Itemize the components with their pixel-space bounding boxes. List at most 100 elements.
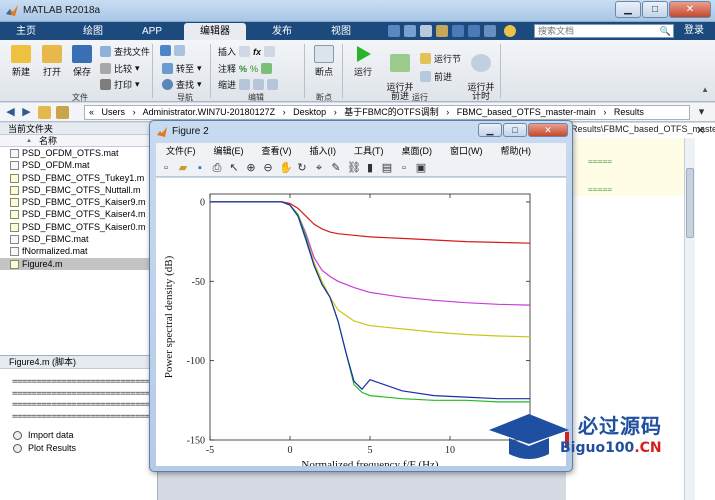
group-divider [342,44,343,98]
menu-file[interactable]: 文件(F) [166,143,196,159]
figure-close-button[interactable]: ✕ [528,123,568,137]
new-figure-icon[interactable]: ▫ [160,162,172,174]
file-item[interactable]: PSD_FBMC_OTFS_Nuttall.m [0,184,157,196]
data-cursor-icon[interactable]: ⌖ [313,162,325,174]
breadcrumb-results[interactable]: Results [614,107,644,117]
search-icon[interactable]: 🔍 [660,25,671,37]
quick-redo-icon[interactable] [468,25,480,37]
insert-button[interactable]: 插入 fx [218,45,276,58]
find-files-button[interactable]: 查找文件 [100,45,150,58]
help-icon[interactable] [504,25,516,37]
breadcrumb[interactable]: « Users › Administrator.WIN7U-20180127Z … [84,105,690,120]
new-button[interactable]: 新建 [6,45,36,78]
back-icon[interactable]: ◀ [4,106,17,119]
zoom-out-icon[interactable]: ⊖ [262,162,274,174]
outdent-icon [267,79,279,90]
zoom-in-icon[interactable]: ⊕ [245,162,257,174]
file-item[interactable]: PSD_FBMC_OTFS_Kaiser0.m [0,221,157,233]
up-folder-icon[interactable] [38,106,51,119]
pointer-icon[interactable]: ↖ [228,162,240,174]
dock-icon[interactable]: ▣ [415,162,427,174]
brush-icon[interactable]: ✎ [330,162,342,174]
breadcrumb-project[interactable]: 基于FBMC的OTFS调制 [344,107,439,117]
minimize-button[interactable]: ▁ [615,1,641,18]
advance-button[interactable]: 前进 [420,70,452,83]
tab-editor[interactable]: 编辑器 [184,23,246,40]
breakpoints-button[interactable]: 断点 [310,45,338,78]
legend-icon[interactable]: ▤ [381,162,393,174]
menu-view[interactable]: 查看(V) [262,143,292,159]
group-divider [152,44,153,98]
editor-tab-path[interactable]: Results\FBMC_based_OTFS_master-... [571,124,715,135]
goto-button[interactable]: 转至 ▾ [162,62,202,75]
back-forward-buttons[interactable] [160,45,185,56]
x-axis-label: Normalized frequency f/F (Hz) [301,459,438,466]
menu-edit[interactable]: 编辑(E) [214,143,244,159]
find-button[interactable]: 查找 ▾ [162,78,202,91]
file-item[interactable]: PSD_FBMC_OTFS_Kaiser4.m [0,208,157,220]
figure-maximize-button[interactable]: □ [503,123,527,137]
quick-copy-icon[interactable] [420,25,432,37]
collapse-ribbon-icon[interactable]: ▲ [701,85,709,94]
figure-minimize-button[interactable]: ▁ [478,123,502,137]
login-button[interactable]: 登录 [684,23,704,39]
indent-button[interactable]: 缩进 [218,78,279,91]
breadcrumb-administrator[interactable]: Administrator.WIN7U-20180127Z [143,107,276,117]
run-button[interactable]: 运行 [350,45,376,78]
save-button[interactable]: 保存 [68,45,96,78]
quick-save-icon[interactable] [388,25,400,37]
tab-view[interactable]: 视图 [313,23,369,40]
tab-apps[interactable]: APP [130,23,174,40]
dropdown-arrow-icon[interactable]: ▾ [695,106,708,119]
search-docs-input[interactable]: 搜索文档 🔍 [534,24,674,38]
link-icon[interactable]: ⛓ [347,162,361,174]
hide-tools-icon[interactable]: ▫ [398,162,410,174]
file-item-selected[interactable]: Figure4.m [0,257,157,270]
section-import-data[interactable]: Import data [0,429,157,442]
print-icon[interactable]: ⎙ [211,162,223,174]
quick-cut-icon[interactable] [404,25,416,37]
scrollbar-thumb[interactable] [686,168,694,238]
folder-icon [42,45,62,63]
fx-icon[interactable]: fx [253,47,261,57]
section-plot-results[interactable]: Plot Results [0,442,157,455]
file-item[interactable]: PSD_OFDM_OTFS.mat [0,147,157,159]
tab-plots[interactable]: 绘图 [72,23,114,40]
minimize-icon: ▁ [624,4,632,15]
menu-insert[interactable]: 插入(I) [310,143,337,159]
breadcrumb-master[interactable]: FBMC_based_OTFS_master-main [457,107,596,117]
breadcrumb-desktop[interactable]: Desktop [293,107,326,117]
breadcrumb-users[interactable]: Users [102,107,126,117]
menu-tools[interactable]: 工具(T) [354,143,384,159]
name-column-header[interactable]: 名称 [0,135,157,147]
run-section-button[interactable]: 运行节 [420,52,461,65]
menu-desktop[interactable]: 桌面(D) [402,143,433,159]
close-editor-icon[interactable]: ✕ [696,124,705,137]
quick-paste-icon[interactable] [436,25,448,37]
save-icon[interactable]: ▪ [194,162,206,174]
browse-folder-icon[interactable] [56,106,69,119]
rotate-icon[interactable]: ↻ [296,162,308,174]
file-item[interactable]: PSD_FBMC_OTFS_Kaiser9.m [0,196,157,208]
colorbar-icon[interactable]: ▮ [364,162,376,174]
file-item[interactable]: fNormalized.mat [0,245,157,257]
quick-switch-window-icon[interactable] [484,25,496,37]
print-button[interactable]: 打印 ▾ [100,78,140,91]
tab-publish[interactable]: 发布 [253,23,311,40]
open-icon[interactable]: ▰ [177,162,189,174]
file-item[interactable]: PSD_FBMC_OTFS_Tukey1.m [0,172,157,184]
file-item[interactable]: PSD_OFDM.mat [0,159,157,171]
forward-icon[interactable]: ▶ [20,106,33,119]
menu-help[interactable]: 帮助(H) [501,143,532,159]
run-and-time-button[interactable]: 运行并 计时 [466,45,496,101]
menu-window[interactable]: 窗口(W) [450,143,483,159]
quick-undo-icon[interactable] [452,25,464,37]
pan-icon[interactable]: ✋ [279,162,293,174]
comment-button[interactable]: 注释 % % [218,62,273,75]
file-item[interactable]: PSD_FBMC.mat [0,233,157,245]
close-button[interactable]: ✕ [669,1,711,18]
compare-button[interactable]: 比较 ▾ [100,62,140,75]
open-button[interactable]: 打开 [38,45,66,78]
maximize-button[interactable]: □ [642,1,668,18]
tab-home[interactable]: 主页 [6,23,46,40]
